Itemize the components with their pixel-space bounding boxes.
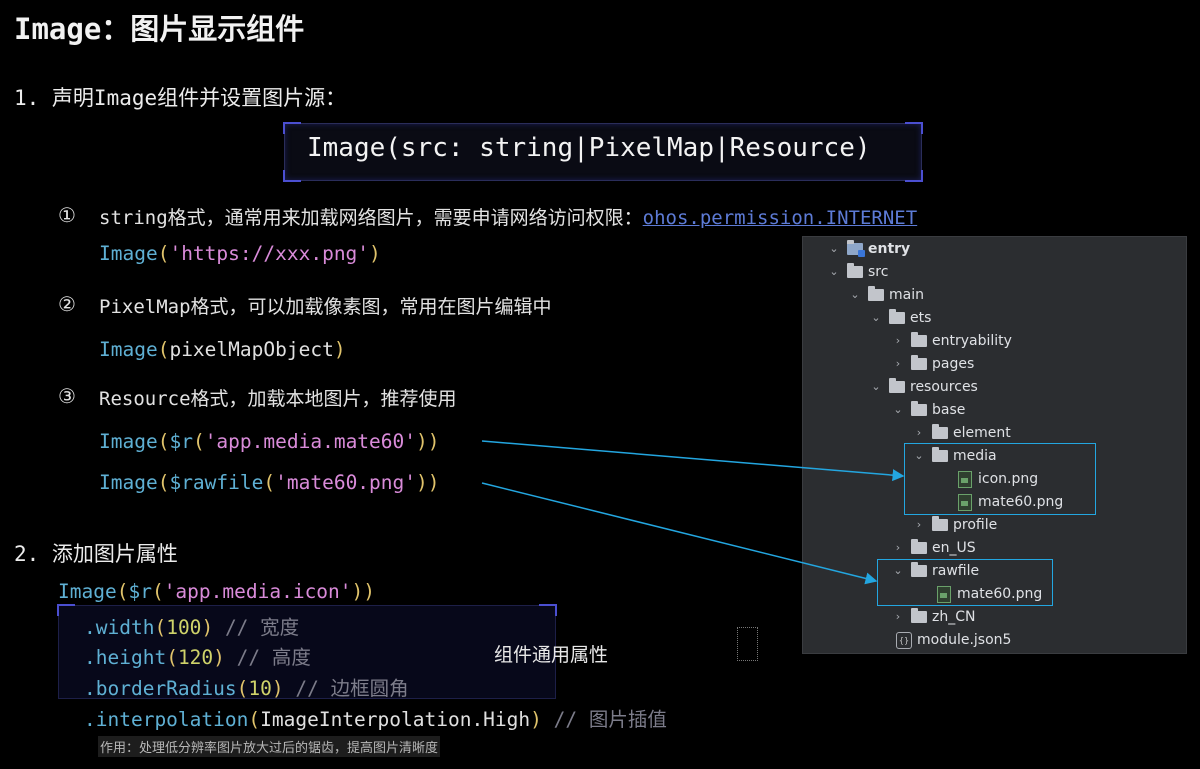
arrow-to-rawfile bbox=[481, 482, 878, 585]
connector-arrows bbox=[481, 440, 905, 585]
arrow-to-media bbox=[481, 440, 905, 482]
